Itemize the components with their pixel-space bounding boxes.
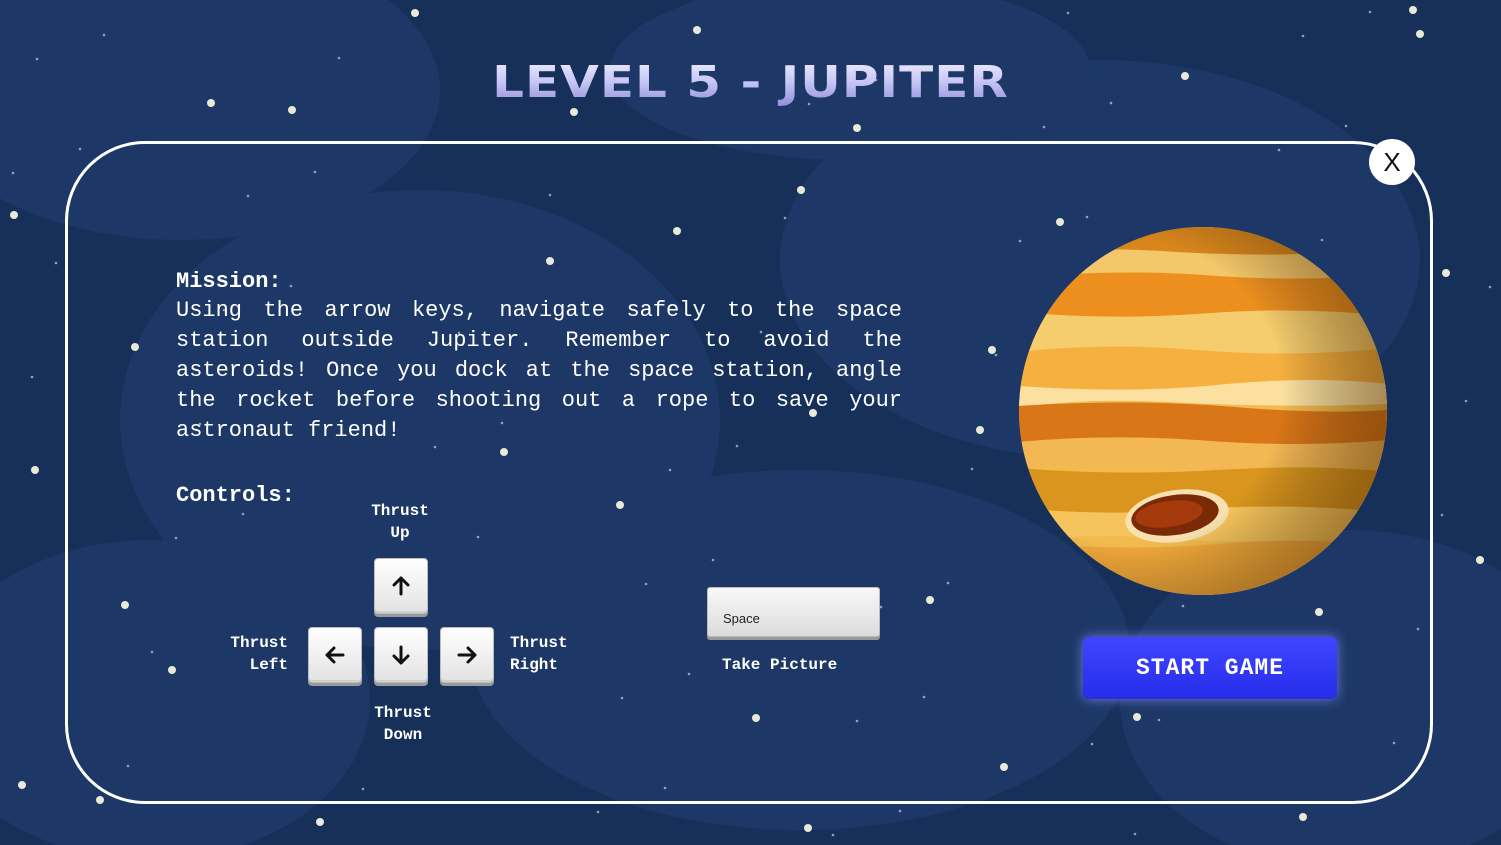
thrust-up-label: Thrust Up [366, 500, 434, 544]
thrust-down-label-line2: Down [383, 726, 423, 744]
mission-heading: Mission: [176, 269, 282, 294]
arrow-right-key[interactable] [440, 627, 494, 683]
arrow-right-icon [457, 646, 477, 664]
thrust-up-label-line2: Up [390, 524, 410, 542]
arrow-left-icon [325, 646, 345, 664]
jupiter-planet-image [1019, 227, 1387, 595]
close-button[interactable]: X [1369, 139, 1415, 185]
thrust-left-label: Thrust Left [218, 632, 288, 676]
space-key-label: Space [723, 611, 760, 626]
thrust-up-label-line1: Thrust [371, 502, 429, 520]
start-game-button[interactable]: START GAME [1083, 637, 1337, 699]
arrow-down-icon [392, 645, 410, 665]
thrust-left-label-line2: Left [249, 656, 288, 674]
thrust-right-label: Thrust Right [510, 632, 568, 676]
thrust-right-label-line1: Thrust [510, 634, 568, 652]
space-key[interactable]: Space [707, 587, 880, 637]
controls-heading: Controls: [176, 483, 295, 508]
arrow-down-key[interactable] [374, 627, 428, 683]
thrust-right-label-line2: Right [510, 656, 559, 674]
arrow-up-key[interactable] [374, 558, 428, 614]
level-title: LEVEL 5 - JUPITER [0, 56, 1501, 109]
thrust-left-label-line1: Thrust [230, 634, 288, 652]
arrow-up-icon [392, 576, 410, 596]
thrust-down-label: Thrust Down [368, 702, 438, 746]
thrust-down-label-line1: Thrust [374, 704, 432, 722]
take-picture-label: Take Picture [722, 656, 838, 674]
mission-description: Using the arrow keys, navigate safely to… [176, 298, 902, 443]
arrow-left-key[interactable] [308, 627, 362, 683]
